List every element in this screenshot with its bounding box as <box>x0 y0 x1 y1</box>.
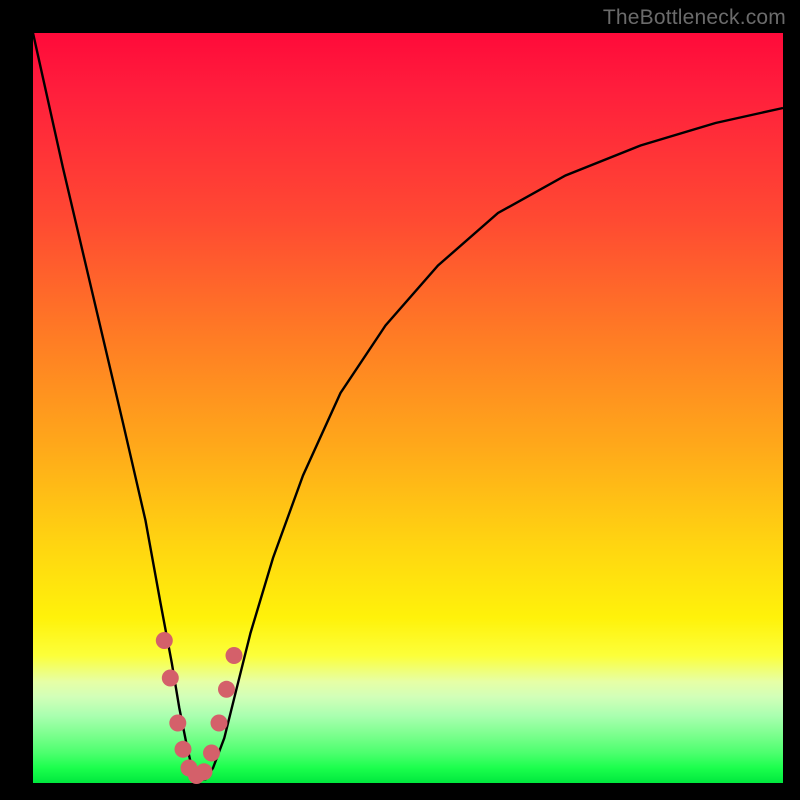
curve-marker <box>226 647 243 664</box>
curve-marker <box>211 715 228 732</box>
curve-marker <box>175 741 192 758</box>
watermark-text: TheBottleneck.com <box>603 6 786 30</box>
curve-marker <box>203 745 220 762</box>
bottleneck-curve <box>33 33 783 779</box>
curve-layer <box>33 33 783 783</box>
curve-marker <box>169 715 186 732</box>
plot-area <box>33 33 783 783</box>
chart-frame: TheBottleneck.com <box>0 0 800 800</box>
marker-group <box>156 632 243 784</box>
curve-marker <box>218 681 235 698</box>
curve-marker <box>162 670 179 687</box>
curve-marker <box>196 763 213 780</box>
curve-marker <box>156 632 173 649</box>
